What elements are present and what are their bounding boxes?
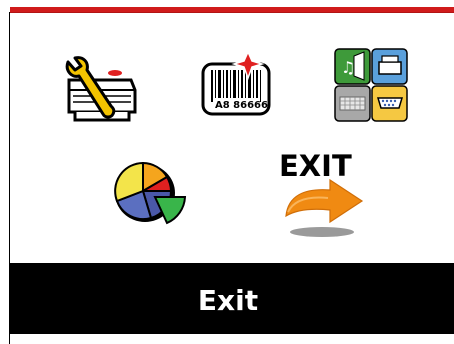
selected-item-label: Exit <box>197 284 259 317</box>
top-accent-bar <box>10 7 454 13</box>
pie-chart-icon[interactable] <box>113 157 189 227</box>
wrench-printer-icon[interactable] <box>63 56 139 122</box>
svg-text:♫: ♫ <box>341 58 355 77</box>
selected-item-bar: Exit <box>10 263 454 334</box>
exit-icon-text: EXIT <box>279 150 352 183</box>
barcode-label-icon[interactable]: A8 86666 <box>200 52 274 118</box>
barcode-icon-text: A8 86666 <box>215 100 268 111</box>
exit-arrow-icon[interactable]: EXIT <box>278 150 368 240</box>
menu-screen: A8 86666 ♫ EXIT Exit <box>0 0 454 344</box>
interface-ports-icon[interactable]: ♫ <box>334 48 410 122</box>
